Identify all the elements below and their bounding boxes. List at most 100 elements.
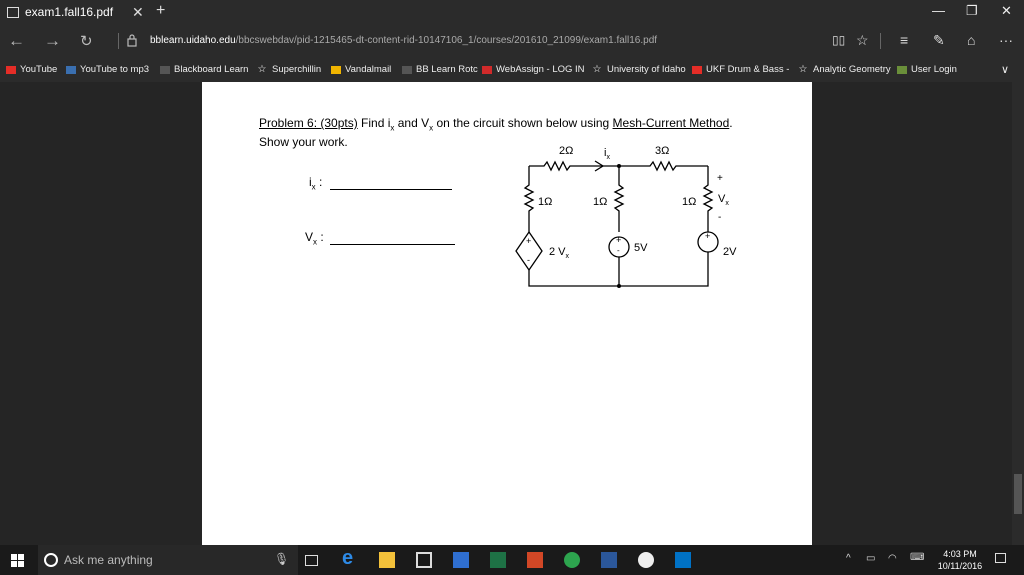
- problem-text: on the circuit shown below using: [433, 116, 613, 130]
- address-bar: ← → ↻ bblearn.uidaho.edu/bbcswebdav/pid-…: [0, 24, 1024, 58]
- favorite-star-icon[interactable]: ☆: [856, 32, 869, 49]
- ix-answer-line: [330, 189, 452, 190]
- problem-line2: Show your work.: [259, 135, 348, 150]
- favorite-item[interactable]: WebAssign - LOG IN: [482, 64, 585, 75]
- favorite-item[interactable]: YouTube to mp3: [66, 64, 149, 75]
- youtube-icon: [6, 65, 16, 74]
- favorite-label: Analytic Geometry: [813, 64, 891, 75]
- forward-icon[interactable]: →: [44, 31, 61, 51]
- favorite-item[interactable]: Blackboard Learn: [160, 64, 248, 75]
- windows-start-icon[interactable]: [11, 554, 24, 567]
- favorite-item[interactable]: ☆ Analytic Geometry: [797, 64, 891, 75]
- url-domain: bblearn.uidaho.edu: [150, 35, 236, 46]
- file-explorer-icon[interactable]: [379, 552, 395, 568]
- user-login-icon: [897, 65, 907, 74]
- favorite-label: User Login: [911, 64, 957, 75]
- more-icon[interactable]: ···: [999, 32, 1013, 48]
- label-5v: 5V: [634, 242, 648, 254]
- favorite-item[interactable]: UKF Drum & Bass -: [692, 64, 789, 75]
- refresh-icon[interactable]: ↻: [80, 32, 93, 50]
- label-vx: Vx: [718, 193, 729, 207]
- chevron-up-icon[interactable]: ^: [846, 553, 851, 564]
- url-field[interactable]: bblearn.uidaho.edu/bbcswebdav/pid-121546…: [150, 35, 657, 46]
- scrollbar-thumb[interactable]: [1014, 474, 1022, 514]
- label-1ohm-middle: 1Ω: [593, 196, 607, 208]
- chrome-icon[interactable]: [564, 552, 580, 568]
- label-1ohm-left: 1Ω: [538, 196, 552, 208]
- outlook-icon[interactable]: [675, 552, 691, 568]
- favorite-label: YouTube to mp3: [80, 64, 150, 75]
- favorite-item[interactable]: BB Learn Rotc: [402, 64, 478, 75]
- favorite-item[interactable]: User Login: [897, 64, 957, 75]
- microphone-icon[interactable]: 🎙: [274, 552, 289, 566]
- problem-text: .: [729, 116, 733, 130]
- hub-icon[interactable]: ≡: [900, 32, 908, 48]
- clock-time: 4:03 PM: [943, 549, 977, 559]
- reading-view-icon[interactable]: ▯▯: [832, 33, 845, 47]
- scrollbar[interactable]: [1012, 82, 1024, 545]
- keyboard-icon[interactable]: ⌨: [910, 552, 924, 563]
- cortana-search[interactable]: Ask me anything 🎙: [38, 545, 298, 575]
- restore-icon[interactable]: ❐: [966, 3, 978, 19]
- favorite-item[interactable]: YouTube: [6, 64, 57, 75]
- powerpoint-icon[interactable]: [527, 552, 543, 568]
- close-window-icon[interactable]: ✕: [1001, 3, 1012, 19]
- vx-plus: +: [717, 173, 723, 184]
- url-path: /bbcswebdav/pid-1215465-dt-content-rid-1…: [235, 35, 658, 46]
- youtube-icon: [692, 65, 702, 74]
- circuit-diagram: 2Ω 3Ω ix 1Ω 1Ω 1Ω + Vx - + - 2 Vx + - 5V…: [515, 145, 737, 288]
- subscript: x: [566, 253, 570, 260]
- wifi-icon[interactable]: ◠: [888, 553, 897, 564]
- clock[interactable]: 4:03 PM 10/11/2016: [932, 548, 988, 572]
- label-dep-source: 2 Vx: [549, 246, 570, 260]
- pdf-page-icon: [7, 6, 19, 18]
- vx-label: V: [305, 230, 314, 244]
- tab-close-icon[interactable]: ✕: [132, 4, 144, 21]
- dep-plus: +: [526, 236, 531, 246]
- colon: :: [315, 175, 323, 189]
- vx-answer-line: [330, 244, 455, 245]
- resistor-middle: [613, 166, 625, 232]
- excel-icon[interactable]: [490, 552, 506, 568]
- favorite-label: Blackboard Learn: [174, 64, 249, 75]
- action-center-icon[interactable]: [995, 553, 1006, 563]
- favorite-label: Superchillin: [272, 64, 322, 75]
- colon: :: [317, 230, 324, 244]
- edge-icon[interactable]: e: [342, 547, 358, 569]
- problem-text: and V: [394, 116, 430, 130]
- vx-minus: -: [718, 212, 721, 223]
- cortana-icon: [44, 553, 58, 567]
- new-tab-icon[interactable]: +: [156, 2, 165, 20]
- chevron-down-icon[interactable]: ∨: [1001, 63, 1009, 76]
- wire-top-right: [619, 160, 708, 172]
- viewer-gutter-left: [0, 82, 202, 545]
- star-icon: ☆: [257, 63, 267, 75]
- task-view-icon[interactable]: [305, 555, 318, 566]
- tab-bar: exam1.fall16.pdf ✕ + — ❐ ✕: [0, 0, 1024, 24]
- src5-minus: -: [617, 246, 620, 255]
- itunes-icon[interactable]: [638, 552, 654, 568]
- taskbar: Ask me anything 🎙 e ^ ▭ ◠ ⌨ 4:03 PM 10/1…: [0, 545, 1024, 575]
- resistor-right: [702, 166, 714, 232]
- resistor-left: [523, 166, 535, 232]
- favorite-item[interactable]: ☆ Superchillin: [256, 63, 322, 75]
- store-icon[interactable]: [416, 552, 432, 568]
- minimize-icon[interactable]: —: [932, 3, 945, 18]
- favorite-item[interactable]: ☆ University of Idaho: [591, 64, 686, 75]
- tab-exam-pdf[interactable]: exam1.fall16.pdf ✕: [0, 0, 152, 24]
- dep-source-value: 2 V: [549, 246, 566, 258]
- favorite-label: University of Idaho: [607, 64, 686, 75]
- word-icon[interactable]: [601, 552, 617, 568]
- web-note-icon[interactable]: ✎: [933, 32, 945, 49]
- search-placeholder: Ask me anything: [64, 553, 153, 567]
- shield-app-icon[interactable]: [453, 552, 469, 568]
- back-icon[interactable]: ←: [8, 31, 25, 51]
- star-icon: ☆: [798, 63, 808, 75]
- battery-icon[interactable]: ▭: [866, 553, 875, 564]
- favorite-item[interactable]: Vandalmail: [331, 64, 391, 75]
- method-name: Mesh-Current Method: [612, 116, 730, 130]
- divider: [118, 33, 119, 49]
- share-icon[interactable]: ⌂: [967, 32, 975, 48]
- problem-number: Problem 6: (30pts): [259, 116, 358, 130]
- subscript: x: [606, 154, 610, 161]
